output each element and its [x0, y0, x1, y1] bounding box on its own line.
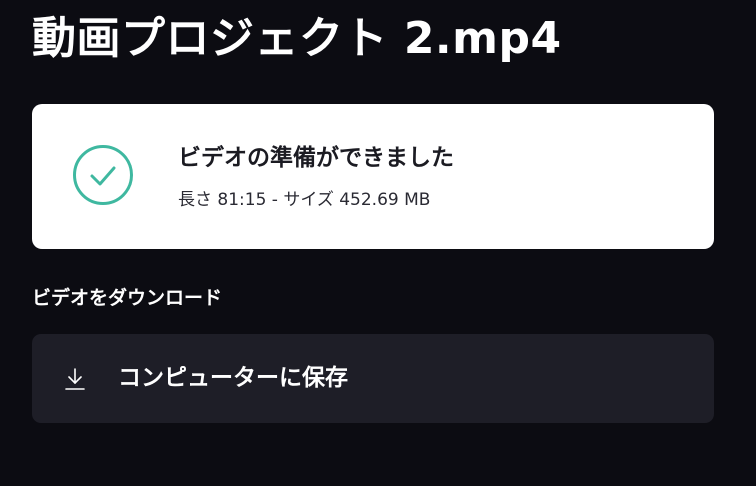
save-to-computer-label: コンピューターに保存 — [118, 365, 348, 391]
video-duration-size: 長さ 81:15 - サイズ 452.69 MB — [178, 190, 431, 210]
save-to-computer-button[interactable]: コンピューターに保存 — [32, 334, 714, 423]
ready-status-title: ビデオの準備ができました — [178, 145, 454, 171]
download-section-label: ビデオをダウンロード — [32, 287, 223, 309]
video-ready-card: ビデオの準備ができました 長さ 81:15 - サイズ 452.69 MB — [32, 104, 714, 249]
page-title: 動画プロジェクト 2.mp4 — [32, 13, 562, 64]
download-icon — [65, 368, 85, 390]
check-circle-icon — [73, 145, 133, 205]
